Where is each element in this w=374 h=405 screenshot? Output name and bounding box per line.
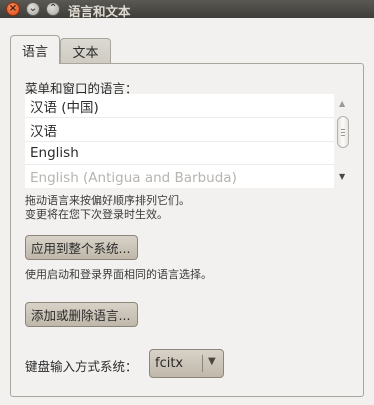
tab-language[interactable]: 语言 — [10, 35, 60, 64]
apply-system-wide-button[interactable]: 应用到整个系统... — [25, 235, 138, 260]
apply-hint: 使用启动和登录界面相同的语言选择。 — [25, 268, 212, 281]
title-bar[interactable]: × ⌄ ⌃ 语言和文本 — [0, 0, 374, 19]
list-item[interactable]: English — [25, 141, 334, 165]
list-item[interactable]: 汉语 — [25, 118, 334, 142]
list-item[interactable]: English (Antigua and Barbuda) — [25, 166, 334, 188]
list-item-label: English (Antigua and Barbuda) — [30, 170, 237, 186]
list-scrollbar[interactable]: ▲ ▼ — [334, 94, 354, 188]
tab-text-label: 文本 — [72, 46, 99, 61]
restart-hint: 变更将在您下次登录时生效。 — [25, 208, 168, 221]
language-list[interactable]: 汉语 (中国) 汉语 English English (Antigua and … — [25, 94, 334, 188]
list-item-label: English — [30, 144, 79, 161]
keyboard-input-label: 键盘输入方式系统： — [25, 359, 138, 374]
reorder-hint: 拖动语言来按偏好顺序排列它们。 — [25, 194, 190, 207]
scroll-down-icon[interactable]: ▼ — [339, 172, 345, 181]
keyboard-input-select[interactable]: fcitx ▼ — [149, 349, 224, 378]
dropdown-arrow-icon: ▼ — [208, 356, 216, 367]
tab-text[interactable]: 文本 — [60, 38, 111, 64]
close-icon[interactable]: × — [6, 2, 20, 16]
install-remove-languages-button[interactable]: 添加或删除语言... — [25, 302, 138, 327]
tab-language-label: 语言 — [21, 44, 48, 60]
scroll-up-icon[interactable]: ▲ — [339, 99, 345, 108]
maximize-icon[interactable]: ⌃ — [46, 2, 60, 16]
keyboard-input-value: fcitx — [155, 356, 184, 371]
minimize-icon[interactable]: ⌄ — [26, 2, 40, 16]
list-item-label: 汉语 (中国) — [30, 99, 99, 116]
install-remove-languages-label: 添加或删除语言... — [31, 308, 131, 323]
scrollbar-thumb[interactable] — [337, 116, 349, 148]
list-item-label: 汉语 — [30, 123, 57, 140]
window-title: 语言和文本 — [68, 4, 131, 19]
apply-system-wide-label: 应用到整个系统... — [31, 241, 131, 256]
list-item[interactable]: 汉语 (中国) — [25, 94, 334, 118]
